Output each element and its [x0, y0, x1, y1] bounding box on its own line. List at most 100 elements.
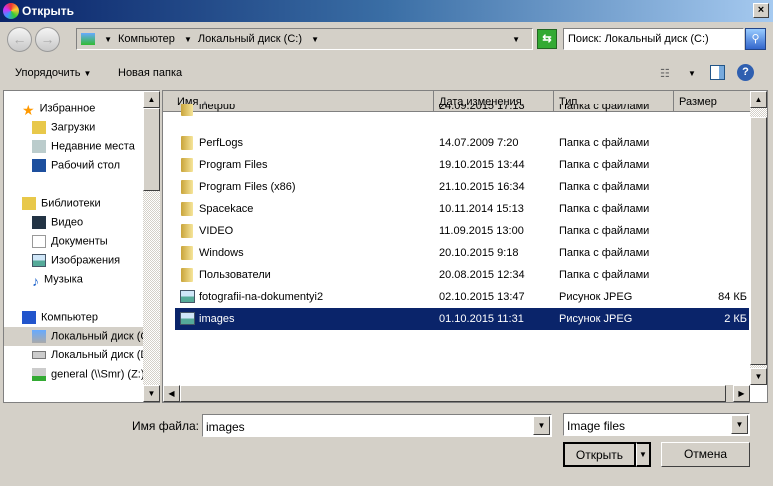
computer-icon [81, 33, 95, 46]
file-type: Рисунок JPEG [559, 313, 633, 325]
search-input[interactable]: Поиск: Локальный диск (C:) [563, 28, 744, 50]
help-icon[interactable]: ? [737, 64, 754, 81]
folder-icon [181, 158, 193, 172]
close-button[interactable]: × [753, 3, 769, 18]
downloads-icon [32, 121, 46, 134]
folder-icon [181, 268, 193, 282]
file-row[interactable]: images 01.10.2015 11:31 Рисунок JPEG 2 К… [175, 308, 749, 330]
image-file-icon [180, 312, 195, 325]
breadcrumb-drive[interactable]: Локальный диск (C:) [198, 33, 302, 45]
nav-computer[interactable]: Компьютер [22, 308, 162, 327]
file-type: Папка с файлами [559, 104, 650, 112]
folder-icon [181, 224, 193, 238]
nav-libraries[interactable]: Библиотеки [22, 194, 162, 213]
computer-icon [22, 311, 36, 324]
scroll-thumb[interactable] [180, 385, 726, 402]
view-icon[interactable]: ☷ [660, 67, 670, 80]
scroll-thumb[interactable] [750, 117, 767, 365]
file-name: Program Files [199, 159, 268, 171]
file-row[interactable]: Spacekace 10.11.2014 15:13 Папка с файла… [175, 198, 749, 220]
file-type: Рисунок JPEG [559, 291, 633, 303]
file-name: Windows [199, 247, 244, 259]
back-button[interactable]: ← [7, 27, 32, 52]
nav-label: Музыка [44, 273, 83, 286]
desktop-icon [32, 159, 46, 172]
cancel-button[interactable]: Отмена [661, 442, 750, 467]
file-date: 11.09.2015 13:00 [439, 225, 524, 237]
file-list: Имя ▲ Дата изменения Тип Размер inetpub … [162, 90, 768, 403]
file-row[interactable]: fotografii-na-dokumentyi2 02.10.2015 13:… [175, 286, 749, 308]
nav-label: Компьютер [41, 311, 98, 324]
scroll-down-button[interactable]: ▼ [750, 368, 767, 385]
refresh-button[interactable]: ⇆ [537, 29, 557, 49]
nav-favorites[interactable]: ★ Избранное [22, 99, 162, 118]
scroll-thumb[interactable] [143, 108, 160, 191]
file-type: Папка с файлами [559, 203, 650, 215]
file-date: 20.10.2015 9:18 [439, 247, 519, 259]
file-name: VIDEO [199, 225, 234, 237]
file-row[interactable]: Program Files 19.10.2015 13:44 Папка с ф… [175, 154, 749, 176]
file-date: 14.07.2009 7:20 [439, 137, 519, 149]
file-size: 84 КБ [718, 291, 747, 303]
search-icon[interactable]: ⚲ [745, 28, 766, 50]
image-file-icon [180, 290, 195, 303]
forward-button[interactable]: → [35, 27, 60, 52]
file-row[interactable]: inetpub 24.09.2015 17:13 Папка с файлами [175, 104, 749, 116]
folder-icon [181, 136, 193, 150]
file-row[interactable]: Windows 20.10.2015 9:18 Папка с файлами [175, 242, 749, 264]
preview-pane-icon[interactable] [710, 65, 725, 80]
folder-icon [181, 246, 193, 260]
new-folder-button[interactable]: Новая папка [118, 67, 182, 79]
scroll-up-button[interactable]: ▲ [143, 91, 160, 108]
file-row[interactable]: VIDEO 11.09.2015 13:00 Папка с файлами [175, 220, 749, 242]
file-list-hscrollbar[interactable]: ◀ ▶ [163, 385, 750, 402]
file-name: Program Files (x86) [199, 181, 296, 193]
nav-drive-c[interactable]: Локальный диск (C:) [4, 327, 144, 346]
file-row[interactable]: Пользователи 20.08.2015 12:34 Папка с фа… [175, 264, 749, 286]
file-size: 2 КБ [724, 313, 747, 325]
file-name: PerfLogs [199, 137, 244, 149]
filename-dropdown-icon[interactable]: ▼ [533, 416, 550, 435]
nav-label: Загрузки [51, 121, 96, 134]
breadcrumb-computer[interactable]: Компьютер [118, 33, 175, 45]
scroll-down-button[interactable]: ▼ [143, 385, 160, 402]
file-type: Папка с файлами [559, 225, 650, 237]
chevron-icon[interactable]: ▼ [184, 35, 192, 44]
file-list-vscrollbar[interactable]: ▲ ▼ [750, 91, 767, 385]
open-dropdown-icon[interactable]: ▼ [636, 442, 651, 467]
file-type: Папка с файлами [559, 159, 650, 171]
drive-icon [32, 330, 46, 343]
filetype-select[interactable]: Image files [563, 413, 750, 436]
file-name: fotografii-na-dokumentyi2 [199, 291, 324, 303]
nav-label: Локальный диск (C:) [51, 330, 144, 343]
address-bar[interactable]: ▼ Компьютер ▼ Локальный диск (C:) ▼ ▼ [76, 28, 533, 50]
window-title: Открыть [22, 4, 75, 18]
file-type: Папка с файлами [559, 181, 650, 193]
nav-label: general (\\Smr) (Z:) [51, 368, 145, 381]
file-date: 02.10.2015 13:47 [439, 291, 525, 303]
filename-input[interactable]: images [202, 414, 552, 437]
file-row[interactable]: PerfLogs 14.07.2009 7:20 Папка с файлами [175, 132, 749, 154]
view-dropdown-icon[interactable]: ▼ [688, 69, 696, 78]
file-row[interactable]: Program Files (x86) 21.10.2015 16:34 Пап… [175, 176, 749, 198]
chevron-icon[interactable]: ▼ [104, 35, 112, 44]
open-button[interactable]: Открыть [563, 442, 636, 467]
network-drive-icon [32, 368, 46, 381]
filetype-dropdown-icon[interactable]: ▼ [731, 415, 748, 434]
file-type: Папка с файлами [559, 269, 650, 281]
recent-places-icon [32, 140, 46, 153]
sidebar-scrollbar[interactable]: ▲ ▼ [143, 91, 160, 402]
title-bar: Открыть [0, 0, 773, 22]
scroll-up-button[interactable]: ▲ [750, 91, 767, 108]
nav-label: Недавние места [51, 140, 135, 153]
file-name: images [199, 313, 235, 325]
organize-button[interactable]: Упорядочить ▼ [15, 67, 91, 79]
scroll-right-button[interactable]: ▶ [733, 385, 750, 402]
history-dropdown-icon[interactable]: ▼ [512, 35, 520, 44]
file-date: 20.08.2015 12:34 [439, 269, 525, 281]
scroll-left-button[interactable]: ◀ [163, 385, 180, 402]
folder-icon [181, 202, 193, 216]
chevron-icon[interactable]: ▼ [311, 35, 319, 44]
file-type: Папка с файлами [559, 247, 650, 259]
file-date: 19.10.2015 13:44 [439, 159, 525, 171]
